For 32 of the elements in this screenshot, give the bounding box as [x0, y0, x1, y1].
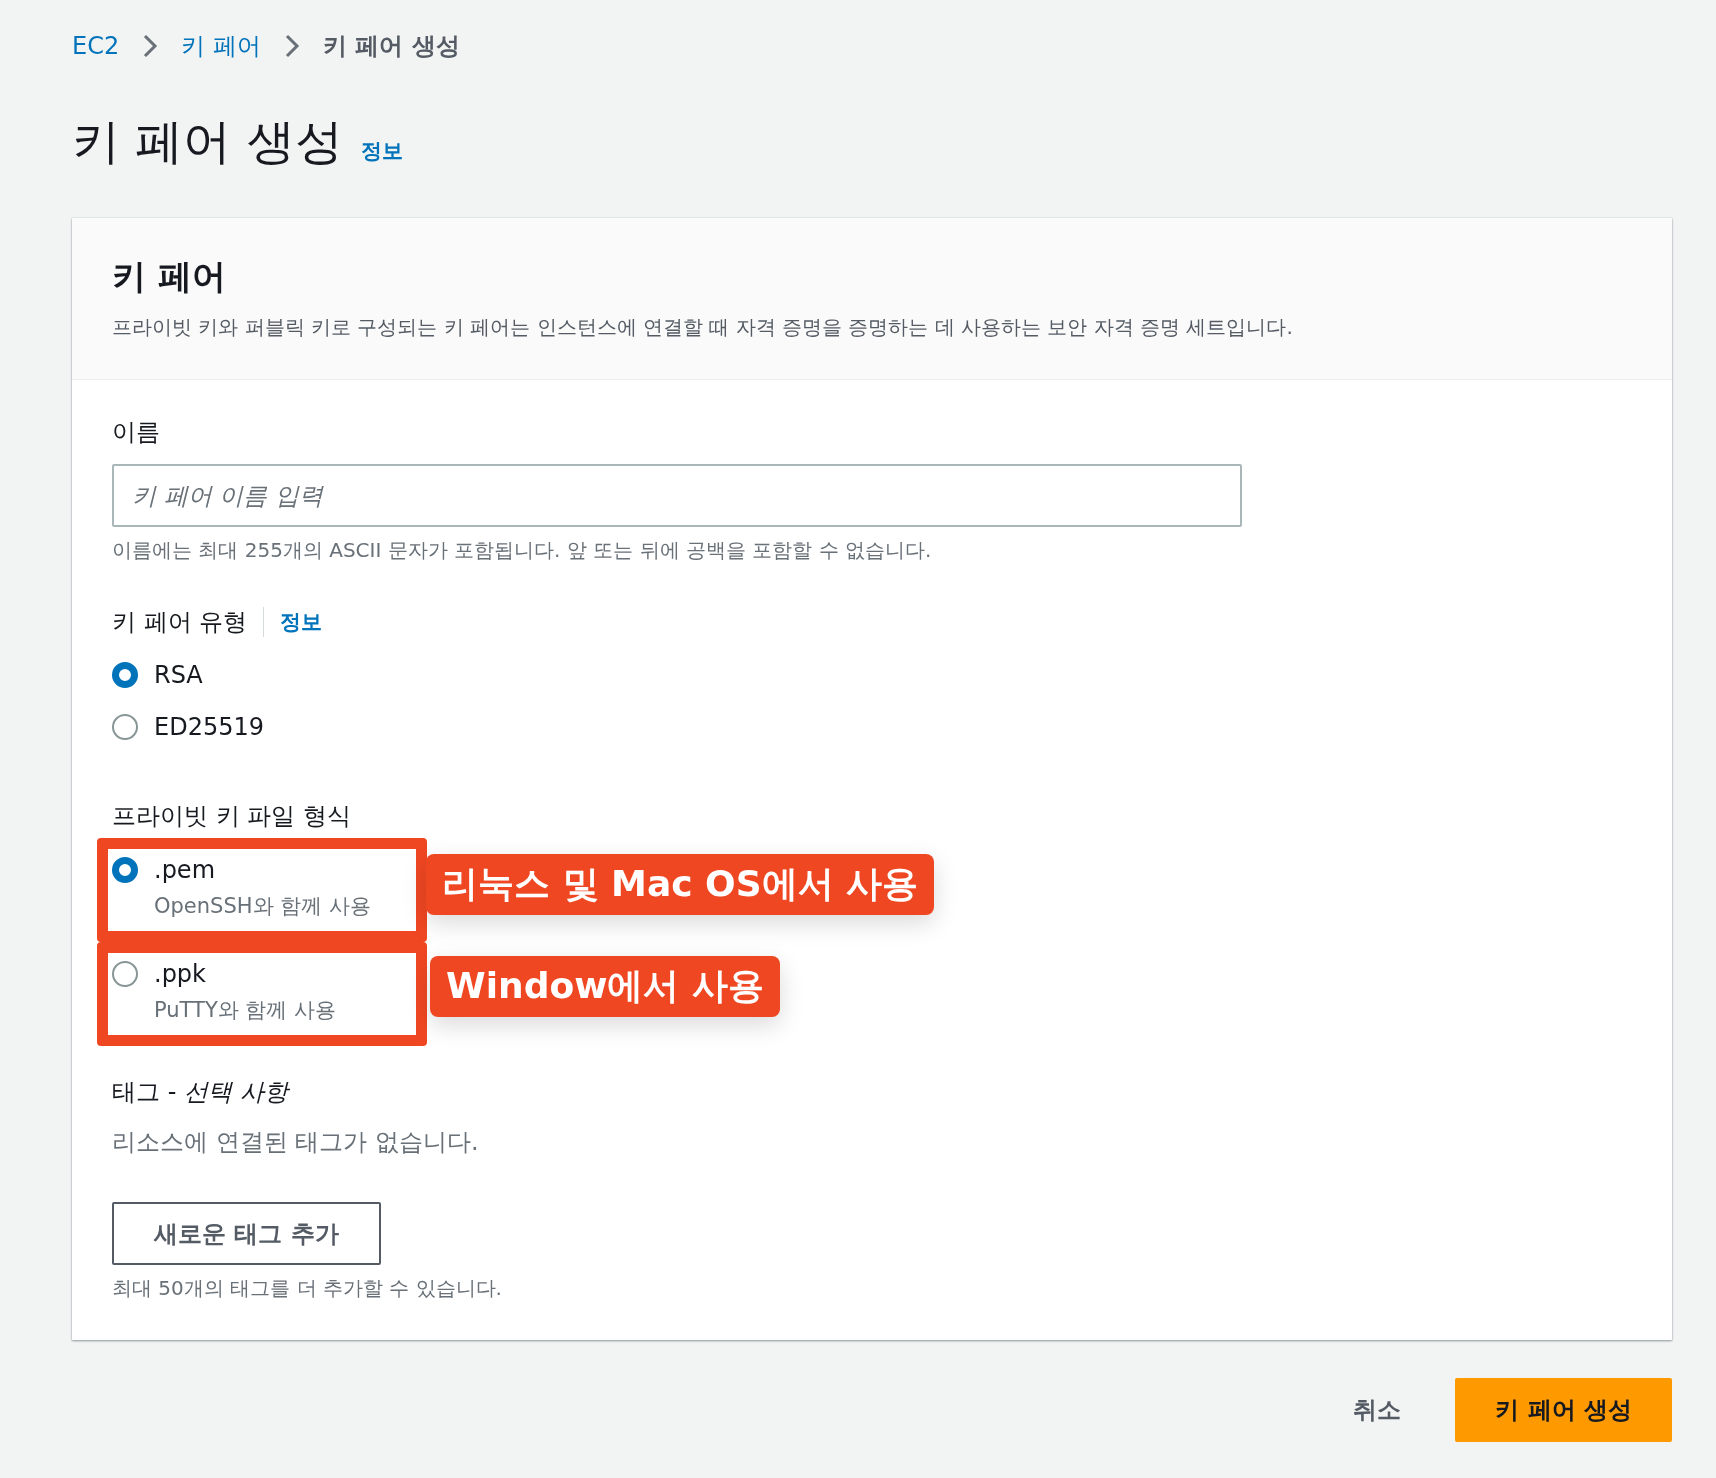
radio-button[interactable] [112, 714, 138, 740]
create-key-pair-button[interactable]: 키 페어 생성 [1455, 1378, 1672, 1442]
section-title: 키 페어 [112, 255, 227, 298]
field-hint: 이름에는 최대 255개의 ASCII 문자가 포함됩니다. 앞 또는 뒤에 공백을 포함할 수 없습니다. [112, 537, 933, 564]
radio-label: RSA [154, 660, 203, 690]
field-label: 키 페어 유형 [112, 607, 248, 638]
radio-description: OpenSSH와 함께 사용 [154, 893, 371, 920]
breadcrumb-link[interactable]: 키 페어 [181, 30, 261, 62]
field-label: 프라이빗 키 파일 형식 [112, 801, 352, 832]
field-label: 이름 [112, 417, 161, 448]
input-field[interactable]: 키 페어 이름 입력 [112, 464, 1242, 527]
radio-label: ED25519 [154, 712, 264, 742]
breadcrumb-current: 키 페어 생성 [322, 31, 460, 62]
field-hint: 최대 50개의 태그를 더 추가할 수 있습니다. [112, 1275, 503, 1302]
empty-message: 리소스에 연결된 태그가 없습니다. [112, 1127, 480, 1158]
page-title: 키 페어 생성 [72, 112, 343, 171]
breadcrumb-link[interactable]: EC2 [72, 32, 120, 60]
cancel-button[interactable]: 취소 [1353, 1384, 1402, 1436]
annotation-callout: 리눅스 및 Mac OS에서 사용 [426, 854, 935, 915]
radio-button[interactable] [112, 662, 138, 688]
add-tag-button[interactable]: 새로운 태그 추가 [112, 1202, 381, 1265]
info-link[interactable]: 정보 [280, 608, 323, 636]
chevron-right-icon [141, 33, 160, 59]
radio-label: .ppk [154, 959, 207, 989]
annotation-callout: Window에서 사용 [430, 956, 780, 1017]
info-link[interactable]: 정보 [360, 137, 403, 165]
radio-description: PuTTY와 함께 사용 [154, 997, 337, 1024]
section-description: 프라이빗 키와 퍼블릭 키로 구성되는 키 페어는 인스턴스에 연결할 때 자격 증명을 증명하는 데 사용하는 보안 자격 증명 세트입니다. [112, 314, 1294, 341]
radio-label: .pem [154, 855, 216, 885]
radio-button[interactable] [112, 961, 138, 987]
radio-button[interactable] [112, 857, 138, 883]
field-label: 태그 - 선택 사항 [112, 1077, 291, 1108]
